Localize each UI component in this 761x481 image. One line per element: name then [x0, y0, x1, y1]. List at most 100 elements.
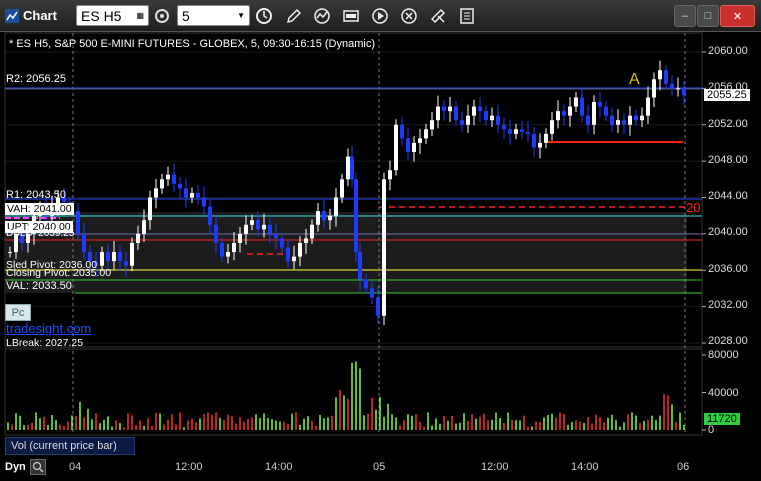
- volume-panel-label[interactable]: Vol (current price bar): [5, 437, 135, 455]
- time-tick: 12:00: [175, 461, 203, 473]
- last-price-tag: 2055.25: [704, 89, 750, 101]
- candle-body: [646, 97, 650, 116]
- tradesight-watermark[interactable]: tradesight.com: [6, 321, 91, 336]
- play-replay-icon[interactable]: [369, 5, 391, 27]
- candle-body: [268, 224, 272, 234]
- minimize-button[interactable]: –: [674, 5, 696, 27]
- candle-body: [448, 106, 452, 112]
- settings-gear-icon[interactable]: [152, 5, 172, 26]
- candle-body: [610, 115, 614, 125]
- candle-body: [604, 106, 608, 116]
- candle-body: [82, 233, 86, 253]
- candle-body: [334, 197, 338, 216]
- price-axis[interactable]: 2060.00 2056.00 2052.00 2048.00 2044.00 …: [702, 33, 761, 347]
- time-tick: 14:00: [571, 461, 599, 473]
- candle-body: [178, 183, 182, 189]
- candle-body: [184, 188, 188, 198]
- price-tick: 2044.00: [708, 190, 748, 202]
- candle-body: [202, 197, 206, 207]
- clock-icon[interactable]: [253, 5, 275, 27]
- candle-body: [580, 97, 584, 116]
- candle-body: [262, 224, 266, 230]
- level-vah-label: VAH: 2041.00: [5, 203, 74, 215]
- candle-body: [514, 129, 518, 134]
- level-lbreak-label: LBreak: 2027.25: [6, 337, 84, 349]
- candle-body: [250, 220, 254, 225]
- pencil-draw-icon[interactable]: [283, 5, 305, 27]
- candle-body: [394, 124, 398, 171]
- candle-body: [256, 220, 260, 230]
- candle-body: [520, 129, 524, 133]
- pc-button[interactable]: Pc: [5, 304, 31, 321]
- candle-body: [364, 279, 368, 289]
- candle-body: [292, 256, 296, 262]
- candle-body: [172, 174, 176, 184]
- data-box-icon[interactable]: [340, 5, 362, 27]
- candle-body: [244, 224, 248, 234]
- close-chart-icon[interactable]: [398, 5, 420, 27]
- level-dbld-label: DBLD: 2039.25: [6, 228, 75, 239]
- candle-body: [436, 106, 440, 121]
- price-tick: 2048.00: [708, 154, 748, 166]
- candle-body: [478, 106, 482, 112]
- candle-body: [280, 238, 284, 248]
- cross-move-icon[interactable]: [427, 5, 449, 27]
- candle-body: [670, 83, 674, 89]
- close-window-button[interactable]: ✕: [720, 5, 755, 27]
- candle-body: [418, 138, 422, 143]
- zoom-icon[interactable]: [30, 459, 46, 475]
- candle-body: [496, 115, 500, 125]
- candle-body: [304, 238, 308, 243]
- volume-tick: 40000: [708, 387, 739, 399]
- candle-body: [142, 220, 146, 234]
- candle-body: [412, 142, 416, 153]
- candle-body: [664, 70, 668, 84]
- candle-body: [550, 120, 554, 134]
- volume-axis[interactable]: 80000 40000 0 11720: [702, 349, 761, 436]
- title-bar: Chart ES H5 ▦ 5 ▼ – □ ✕: [0, 0, 761, 32]
- candle-body: [442, 106, 446, 112]
- candle-body: [460, 120, 464, 125]
- candle-body: [358, 252, 362, 280]
- time-tick: 04: [69, 461, 82, 473]
- candle-body: [8, 252, 12, 254]
- candle-body: [430, 120, 434, 130]
- candle-body: [106, 252, 110, 262]
- interval-value: 5: [182, 7, 190, 24]
- candle-body: [532, 133, 536, 148]
- chart-canvas[interactable]: [0, 31, 761, 481]
- maximize-button[interactable]: □: [697, 5, 719, 27]
- symbol-dropdown[interactable]: ES H5 ▦: [76, 5, 149, 26]
- candle-body: [658, 70, 662, 80]
- candle-body: [112, 252, 116, 262]
- candle-body: [616, 120, 620, 125]
- level-r2-label: R2: 2056.25: [6, 73, 66, 85]
- symbol-value: ES H5: [81, 7, 122, 24]
- candle-body: [544, 133, 548, 143]
- candle-body: [526, 132, 530, 134]
- interval-dropdown[interactable]: 5 ▼: [177, 5, 250, 26]
- price-tick: 2060.00: [708, 45, 748, 57]
- candle-body: [586, 115, 590, 125]
- candle-body: [484, 111, 488, 121]
- properties-icon[interactable]: [456, 5, 478, 27]
- chart-window-icon: [5, 5, 19, 26]
- candle-body: [100, 252, 104, 266]
- candle-body: [388, 170, 392, 180]
- indicator-icon[interactable]: [311, 5, 333, 27]
- candle-body: [454, 106, 458, 121]
- candle-body: [628, 115, 632, 125]
- candle-body: [274, 233, 278, 239]
- time-tick: 12:00: [481, 461, 509, 473]
- candle-body: [472, 106, 476, 116]
- volume-tick: 80000: [708, 349, 739, 361]
- candle-body: [400, 124, 404, 139]
- candle-body: [622, 120, 626, 125]
- candle-body: [208, 206, 212, 225]
- dyn-label[interactable]: Dyn: [5, 461, 26, 473]
- symbol-grid-icon[interactable]: ▦: [136, 11, 144, 20]
- candle-body: [354, 179, 358, 253]
- candle-body: [214, 224, 218, 243]
- price-tick: 2040.00: [708, 226, 748, 238]
- time-tick: 05: [373, 461, 386, 473]
